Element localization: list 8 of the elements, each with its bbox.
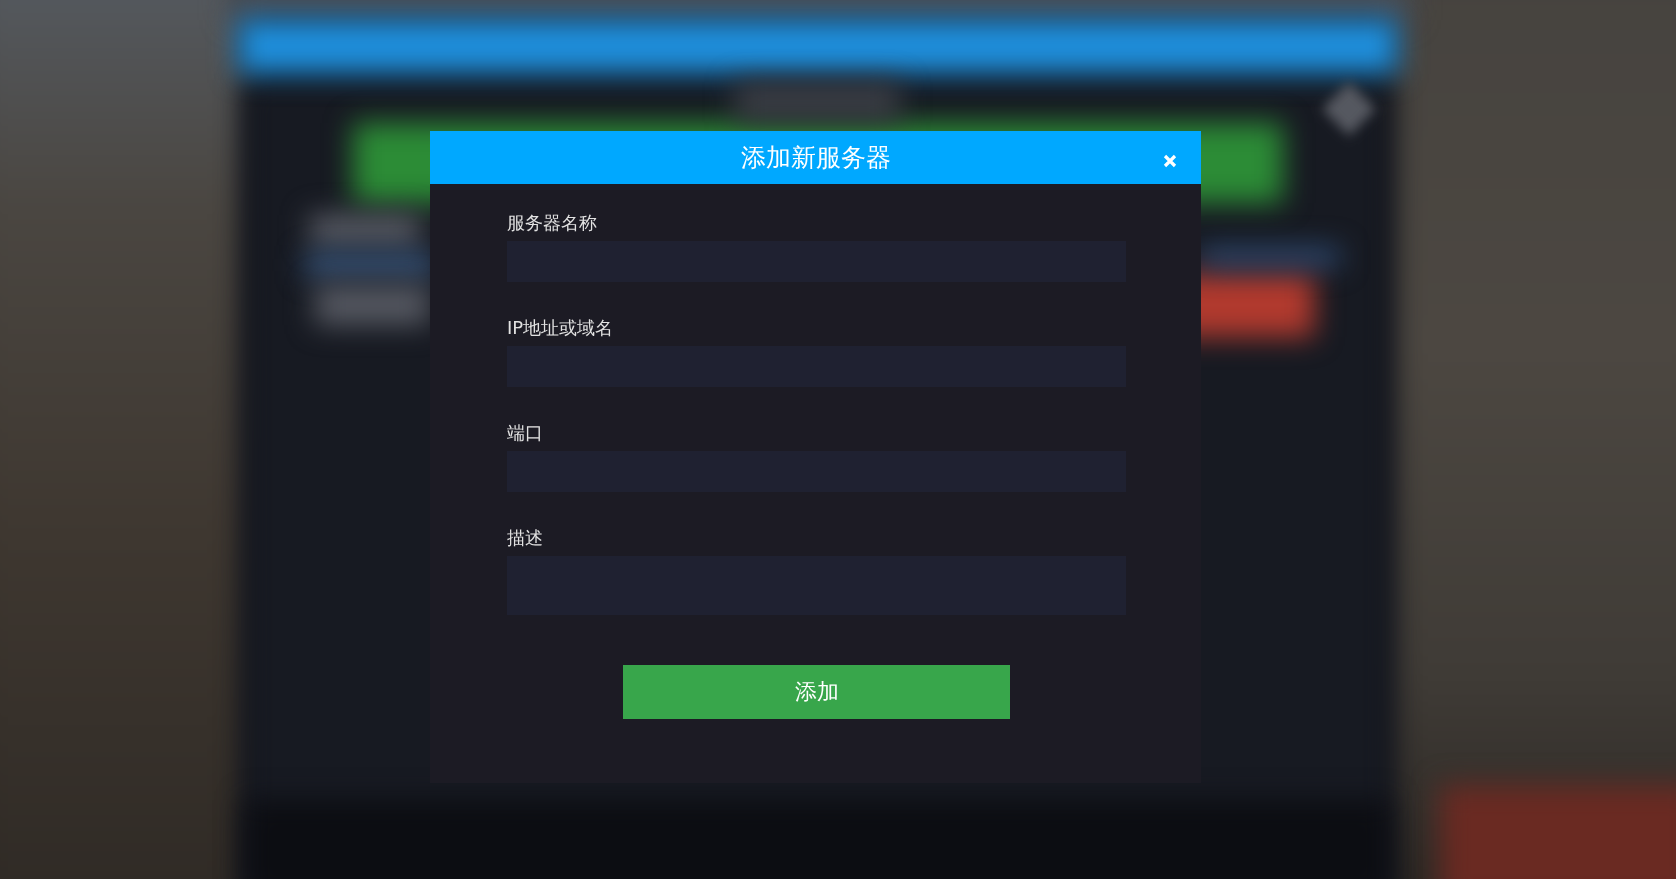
field-label: IP地址或域名 [507, 317, 614, 339]
close-icon [1163, 154, 1177, 168]
field-label: 描述 [507, 527, 543, 549]
field-label: 服务器名称 [507, 212, 597, 234]
add-button[interactable]: 添加 [623, 665, 1010, 719]
dialog-title: 添加新服务器 [740, 141, 891, 174]
field-label: 端口 [507, 422, 543, 444]
close-button[interactable] [1163, 154, 1177, 168]
